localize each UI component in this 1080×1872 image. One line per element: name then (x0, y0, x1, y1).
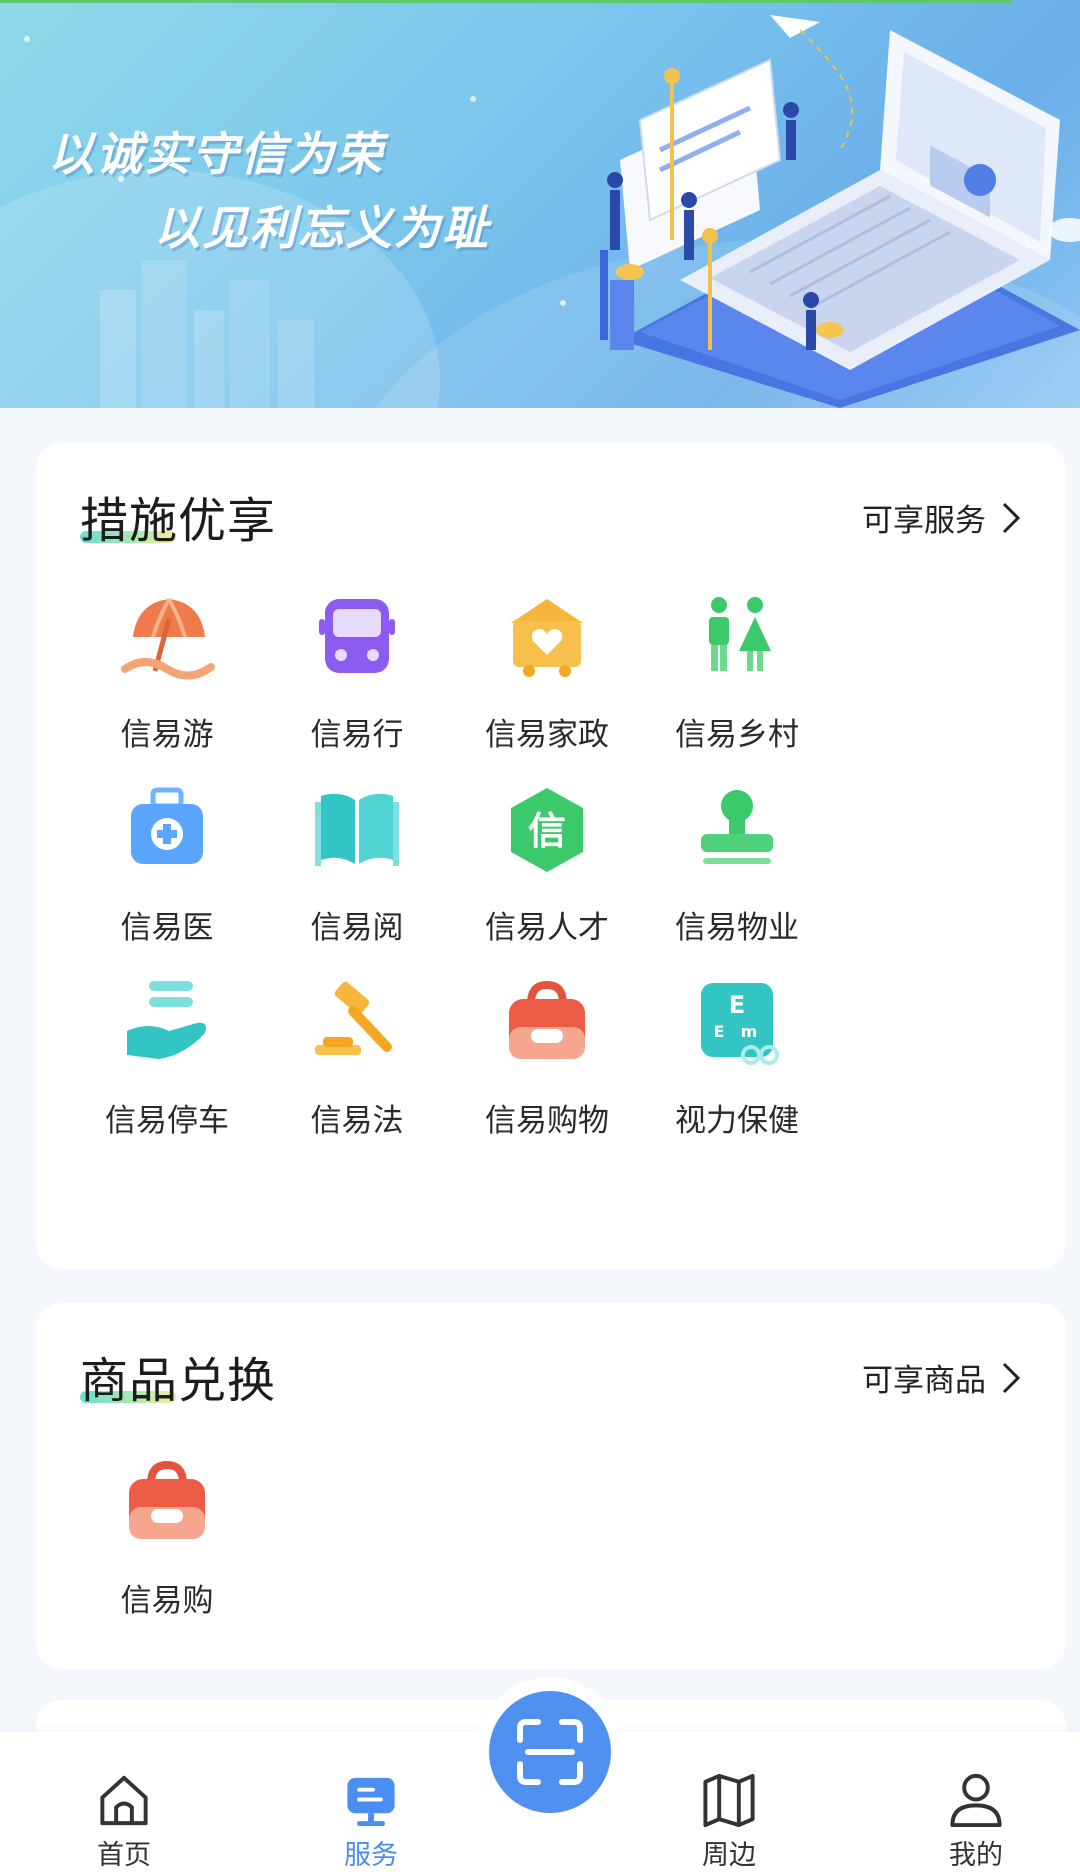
credit-hexagon-icon: 信 (511, 788, 583, 872)
svg-text:m: m (741, 1022, 758, 1041)
svg-text:E: E (729, 991, 745, 1019)
tab-nearby[interactable]: 周边 (629, 1732, 829, 1872)
goods-xinyigou[interactable]: 信易购 (72, 1449, 262, 1629)
tab-label: 服务 (344, 1840, 398, 1871)
service-vision-care[interactable]: E E m 视力保健 (642, 969, 832, 1149)
svg-text:信: 信 (528, 809, 566, 853)
service-label: 信易行 (310, 717, 404, 753)
service-label: 信易人才 (485, 910, 609, 946)
home-icon (100, 1775, 148, 1826)
scan-icon (517, 1719, 583, 1785)
svg-text:E: E (714, 1022, 725, 1041)
chevron-right-icon (1002, 1362, 1021, 1393)
goods-exchange-card: 商品兑换 可享商品 信易购 (36, 1303, 1066, 1669)
tab-service[interactable]: 服务 (271, 1732, 471, 1872)
more-link-label: 可享服务 (862, 503, 986, 539)
service-xinyirencai[interactable]: 信 信易人才 (452, 776, 642, 956)
chevron-right-icon (1002, 502, 1021, 533)
service-label: 信易乡村 (675, 717, 799, 753)
gavel-icon (315, 981, 392, 1055)
service-label: 信易医 (120, 910, 214, 946)
beach-umbrella-icon (121, 598, 215, 680)
more-link-label: 可享商品 (862, 1363, 986, 1399)
service-xinyifa[interactable]: 信易法 (262, 969, 452, 1149)
section-title: 措施优享 (80, 493, 277, 549)
tab-label: 首页 (97, 1840, 151, 1871)
goods-label: 信易购 (120, 1583, 214, 1619)
tab-mine[interactable]: 我的 (876, 1732, 1076, 1872)
service-label: 信易家政 (485, 717, 609, 753)
available-goods-link[interactable]: 可享商品 (862, 1355, 1022, 1400)
map-icon (703, 1773, 755, 1828)
open-book-icon (315, 793, 399, 866)
shopping-bag-icon (509, 980, 585, 1059)
eye-chart-icon: E E m (701, 983, 779, 1065)
laptop-illustration (600, 15, 1080, 408)
banner-sparkle (560, 300, 566, 306)
top-progress-line (0, 0, 1012, 3)
hand-parking-icon (127, 981, 206, 1059)
service-label: 信易停车 (105, 1103, 229, 1139)
measures-card: 措施优享 可享服务 信易游 信易行 信易家政 信易乡村 信易医 信易阅 信 信易… (36, 443, 1066, 1269)
service-xinyitingche[interactable]: 信易停车 (72, 969, 262, 1149)
banner-slogan-line1: 以诚实守信为荣 (48, 127, 384, 181)
service-label: 信易阅 (310, 910, 404, 946)
section-title: 商品兑换 (80, 1353, 277, 1409)
service-xinyixing[interactable]: 信易行 (262, 583, 452, 763)
villagers-icon (709, 597, 771, 671)
tab-label: 我的 (949, 1840, 1003, 1871)
user-icon (950, 1773, 1002, 1828)
available-services-link[interactable]: 可享服务 (862, 495, 1022, 540)
service-label: 信易物业 (675, 910, 799, 946)
home-heart-icon (511, 599, 583, 677)
service-xinyixiangcun[interactable]: 信易乡村 (642, 583, 832, 763)
service-xinyijiazheng[interactable]: 信易家政 (452, 583, 642, 763)
service-xinyiyue[interactable]: 信易阅 (262, 776, 452, 956)
shopping-bag-icon (129, 1460, 205, 1539)
bus-icon (319, 599, 395, 673)
service-label: 信易游 (120, 717, 214, 753)
service-label: 信易法 (310, 1103, 404, 1139)
scan-button[interactable] (489, 1691, 611, 1813)
medical-kit-icon (131, 787, 203, 864)
promo-banner[interactable]: 以诚实守信为荣 以见利忘义为耻 (0, 0, 1080, 408)
stamp-icon (701, 790, 773, 864)
service-label: 信易购物 (485, 1103, 609, 1139)
banner-sparkle (470, 96, 476, 102)
city-buildings-illustration (100, 260, 314, 408)
tab-label: 周边 (702, 1840, 756, 1871)
service-xinyiyi[interactable]: 信易医 (72, 776, 262, 956)
banner-slogan-line2: 以见利忘义为耻 (154, 201, 490, 255)
service-icon (347, 1777, 395, 1827)
service-xinyiyou[interactable]: 信易游 (72, 583, 262, 763)
banner-sparkle (24, 36, 30, 42)
service-label: 视力保健 (675, 1103, 799, 1139)
tab-home[interactable]: 首页 (24, 1732, 224, 1872)
service-xinyigouwu[interactable]: 信易购物 (452, 969, 642, 1149)
service-xinyiwuye[interactable]: 信易物业 (642, 776, 832, 956)
